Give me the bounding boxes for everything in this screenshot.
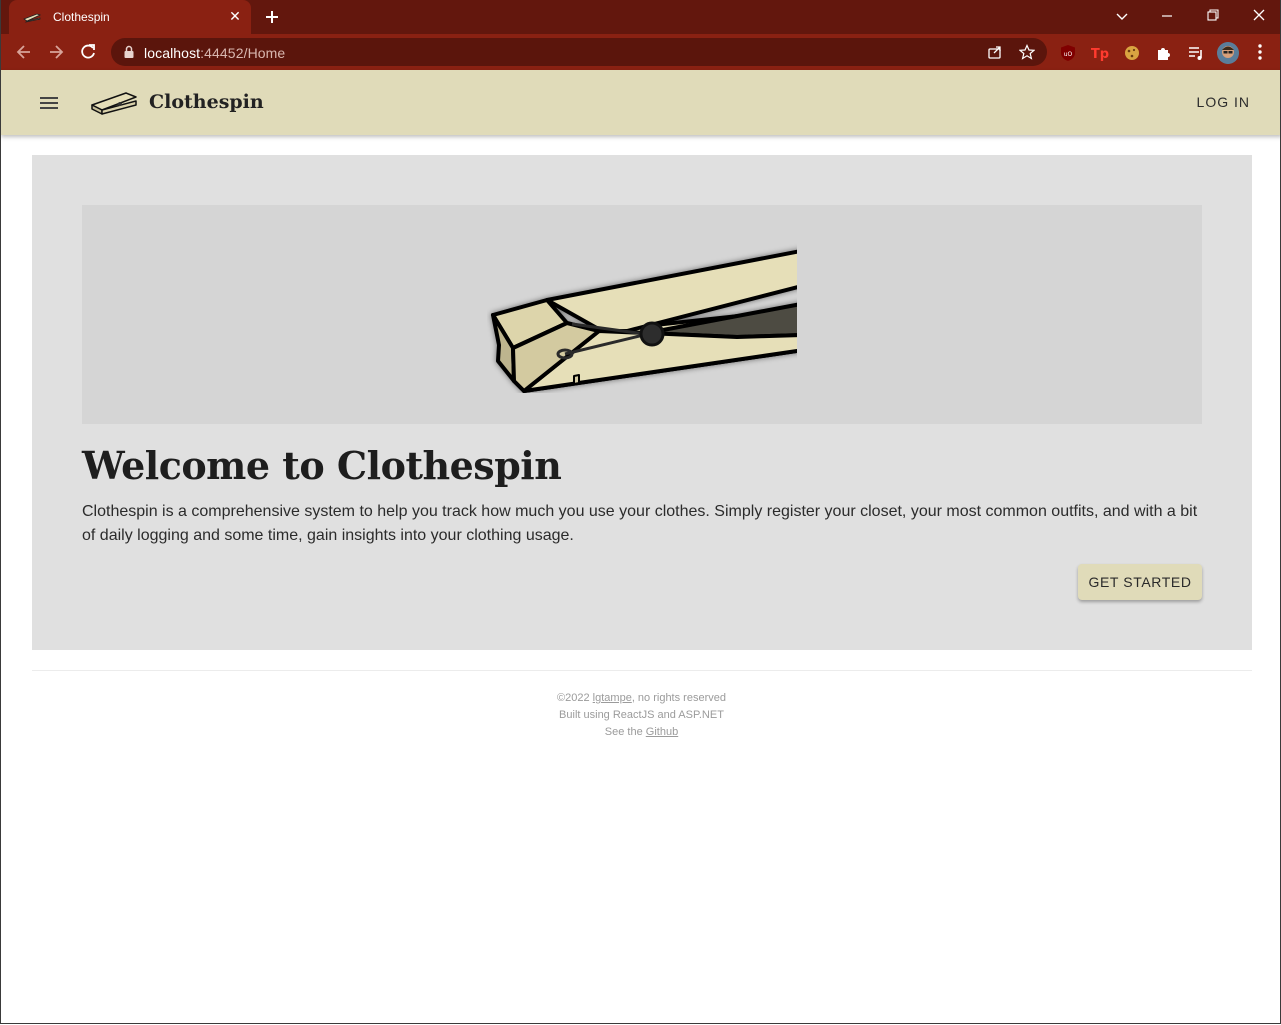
app-header: Clothespin LOG IN [1,70,1280,135]
minimize-icon[interactable] [1156,6,1178,26]
footer-built-with: Built using ReactJS and ASP.NET [559,709,724,721]
profile-avatar[interactable] [1217,42,1239,64]
footer: ©2022 lgtampe, no rights reserved Built … [1,690,1280,741]
clothespin-favicon-icon [23,13,41,23]
forward-icon[interactable] [46,42,66,62]
profile-face-icon [1217,42,1239,64]
extensions-puzzle-icon[interactable] [1155,44,1173,62]
url-path: :44452/Home [200,45,286,61]
reload-icon[interactable] [78,42,98,62]
hero-section: Welcome to Clothespin Clothespin is a co… [32,155,1252,650]
clothespin-logo-icon[interactable] [90,89,138,117]
address-bar[interactable]: localhost:44452/Home [111,38,1047,66]
url-host: localhost [144,45,201,61]
cookie-extension-icon[interactable] [1123,44,1141,62]
media-queue-icon[interactable] [1187,44,1205,62]
browser-menu-icon[interactable] [1252,43,1268,61]
author-link[interactable]: lgtampe [593,692,632,704]
hero-image [82,205,1202,424]
url-text: localhost:44452/Home [144,45,285,61]
clothespin-illustration [491,249,797,393]
browser-titlebar: Clothespin ✕ [1,0,1280,34]
svg-text:uO: uO [1064,51,1073,58]
back-icon[interactable] [14,42,34,62]
copyright-prefix: ©2022 [557,692,593,704]
share-icon[interactable] [987,44,1003,60]
footer-divider [32,670,1252,671]
bookmark-star-icon[interactable] [1019,44,1035,60]
close-tab-icon[interactable]: ✕ [227,8,243,24]
tab-title: Clothespin [53,10,110,24]
copyright-suffix: , no rights reserved [631,692,726,704]
github-link[interactable]: Github [646,726,678,738]
login-button[interactable]: LOG IN [1197,94,1250,110]
svg-text:Tp: Tp [1091,47,1109,62]
new-tab-icon[interactable] [263,8,281,26]
github-prefix: See the [604,726,646,738]
page-title: Welcome to Clothespin [82,443,562,488]
footer-github: See the Github [1,724,1280,741]
lock-icon [124,45,134,58]
ublock-extension-icon[interactable]: uO [1059,44,1077,62]
app-brand[interactable]: Clothespin [149,91,264,113]
get-started-button[interactable]: GET STARTED [1078,564,1202,600]
hamburger-menu-icon[interactable] [38,95,60,111]
footer-copyright: ©2022 lgtampe, no rights reserved [1,690,1280,707]
browser-tab[interactable]: Clothespin ✕ [9,0,251,34]
close-window-icon[interactable] [1248,6,1270,26]
restore-icon[interactable] [1202,6,1224,26]
hero-description: Clothespin is a comprehensive system to … [82,503,1198,544]
browser-toolbar: localhost:44452/Home uO Tp [1,34,1280,70]
browser-window: Clothespin ✕ localhost:44452/Home uO Tp … [0,0,1281,1024]
tab-search-icon[interactable] [1111,6,1133,26]
tp-extension-icon[interactable]: Tp [1091,44,1109,62]
